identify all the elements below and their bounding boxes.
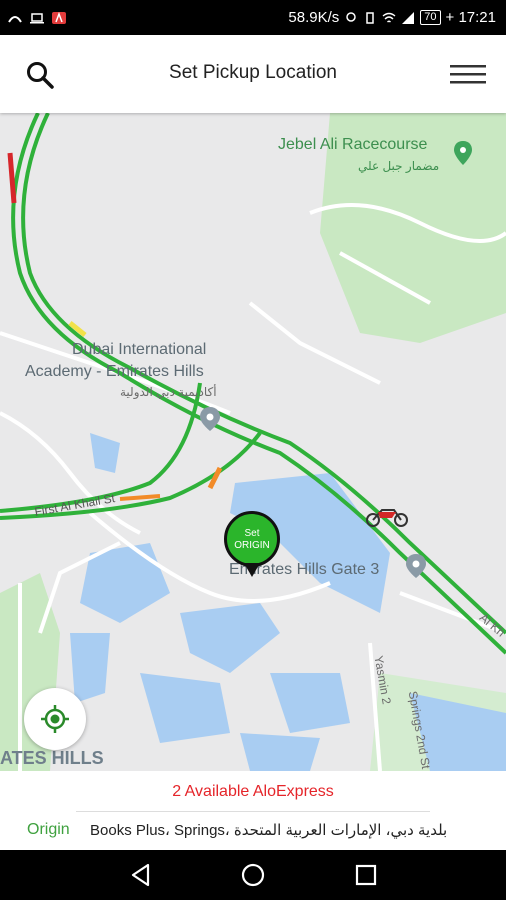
bottom-panel: 2 Available AloExpress Origin Books Plus… <box>0 771 506 850</box>
my-location-button[interactable] <box>24 688 86 750</box>
area-label: ATES HILLS <box>0 748 104 768</box>
academy-label-line1: Dubai International <box>72 341 207 358</box>
pin-label-line2: ORIGIN <box>234 540 270 551</box>
origin-address[interactable]: Books Plus، Springs، بلدية دبي، الإمارات… <box>90 821 447 839</box>
page-title: Set Pickup Location <box>169 62 337 83</box>
app-header: Set Pickup Location <box>0 35 506 113</box>
water-area <box>240 733 320 771</box>
time-text: 17:21 <box>458 9 496 26</box>
traffic-orange-segment <box>119 494 161 501</box>
traffic-red-segment <box>7 152 17 204</box>
vibrate-icon <box>366 11 375 24</box>
set-origin-pin-circle[interactable]: Set ORIGIN <box>224 511 280 567</box>
school-pin-icon[interactable] <box>200 407 220 431</box>
cell-signal-icon <box>402 11 415 24</box>
water-area <box>270 673 350 733</box>
laptop-icon <box>30 12 44 23</box>
park-pin-icon[interactable] <box>454 141 472 165</box>
pin-label-line1: Set <box>244 528 260 539</box>
clock: + 17:21 <box>445 9 496 26</box>
app-notification-icon <box>52 11 66 24</box>
racecourse-arabic-label: مضمار جبل علي <box>358 159 440 173</box>
racecourse-label: Jebel Ali Racecourse <box>278 136 428 153</box>
water-area <box>140 673 230 743</box>
map-canvas <box>0 113 506 771</box>
origin-label: Origin <box>27 821 70 838</box>
pin-tail <box>244 563 260 577</box>
motorcycle-icon[interactable] <box>364 502 410 528</box>
set-origin-pin[interactable]: Set ORIGIN <box>224 511 284 577</box>
hamburger-menu-icon[interactable] <box>448 61 488 89</box>
water-area <box>180 603 280 673</box>
status-bar: 58.9K/s 70 + 17:21 <box>0 0 506 35</box>
network-speed: 58.9K/s <box>288 9 340 26</box>
availability-text[interactable]: 2 Available AloExpress <box>0 783 506 801</box>
home-circle-icon[interactable] <box>240 862 266 888</box>
map-view[interactable]: Jebel Ali Racecourse مضمار جبل علي Dubai… <box>0 113 506 771</box>
water-area <box>70 633 110 703</box>
recents-square-icon[interactable] <box>353 862 379 888</box>
back-triangle-icon[interactable] <box>128 862 154 888</box>
wifi-icon <box>382 12 396 23</box>
divider <box>76 811 430 812</box>
academy-arabic-label: أكاديمية دبي الدولية <box>120 385 217 399</box>
signal-icon <box>8 15 22 23</box>
location-icon <box>346 11 357 22</box>
academy-label-line2: Academy - Emirates Hills <box>25 363 204 380</box>
crosshair-icon <box>41 705 69 733</box>
water-area <box>90 433 120 473</box>
system-nav-bar <box>0 850 506 900</box>
gate-pin-icon[interactable] <box>406 554 426 578</box>
battery-indicator: 70 <box>420 10 441 25</box>
